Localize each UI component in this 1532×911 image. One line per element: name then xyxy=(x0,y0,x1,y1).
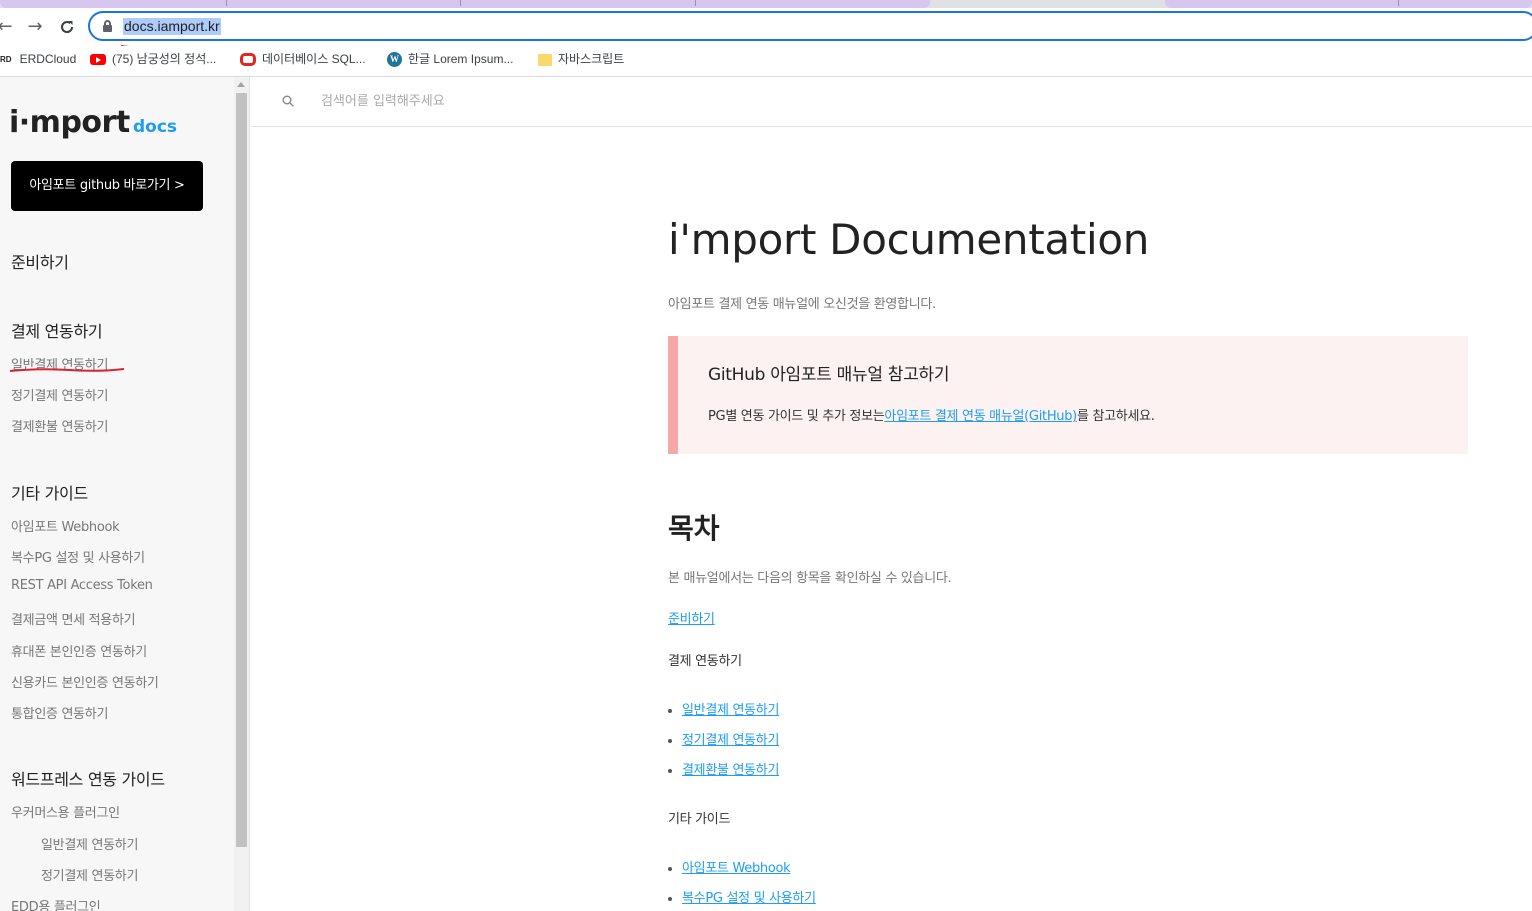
sidebar-section-wordpress[interactable]: 워드프레스 연동 가이드 xyxy=(11,766,165,790)
red-underline-annotation xyxy=(9,368,125,372)
search-input[interactable] xyxy=(321,90,821,112)
sidebar-item-refund[interactable]: 결제환불 연동하기 xyxy=(11,416,108,435)
toc-link-recurring-payment[interactable]: 정기결제 연동하기 xyxy=(682,733,779,748)
list-item: 복수PG 설정 및 사용하기 xyxy=(668,887,816,906)
tab-strip xyxy=(0,0,1532,8)
github-button[interactable]: 아임포트 github 바로가기 > xyxy=(11,161,203,211)
tab-separator xyxy=(226,0,227,6)
tab-separator xyxy=(695,0,696,6)
bullet-icon xyxy=(668,738,672,743)
youtube-icon xyxy=(90,54,106,66)
search-bar xyxy=(251,77,1532,127)
bookmark-label: ERDCloud xyxy=(19,52,77,66)
forward-icon[interactable]: → xyxy=(24,16,46,38)
sidebar-item-webhook[interactable]: 아임포트 Webhook xyxy=(11,516,120,535)
browser-toolbar: ← → docs.iamport.kr xyxy=(0,8,1532,51)
bookmark-label: (75) 남궁성의 정석... xyxy=(112,52,217,66)
page-title: i'mport Documentation xyxy=(668,215,1150,264)
list-item: 일반결제 연동하기 xyxy=(668,699,779,718)
sidebar-item-woocommerce[interactable]: 우커머스용 플러그인 xyxy=(11,802,120,821)
sidebar: i·mport docs 아임포트 github 바로가기 > 준비하기 결제 … xyxy=(0,77,250,911)
sidebar-item-multi-pg[interactable]: 복수PG 설정 및 사용하기 xyxy=(11,547,145,566)
sidebar-item-tax-free[interactable]: 결제금액 면세 적용하기 xyxy=(11,609,136,628)
callout-text-before: PG별 연동 가이드 및 추가 정보는 xyxy=(708,409,885,424)
github-callout: GitHub 아임포트 매뉴얼 참고하기 PG별 연동 가이드 및 추가 정보는… xyxy=(668,336,1468,454)
toc-link-general-payment[interactable]: 일반결제 연동하기 xyxy=(682,703,779,718)
bookmarks-bar: RD ERDCloud (75) 남궁성의 정석... 데이터베이스 SQL...… xyxy=(0,46,1532,72)
toc-link-prepare-anchor[interactable]: 준비하기 xyxy=(668,612,715,627)
sidebar-item-recurring-payment[interactable]: 정기결제 연동하기 xyxy=(11,385,108,404)
sidebar-section-other[interactable]: 기타 가이드 xyxy=(11,480,88,504)
wordpress-icon: W xyxy=(387,52,402,68)
folder-icon xyxy=(538,53,552,66)
scroll-up-icon[interactable] xyxy=(237,82,245,87)
sidebar-item-phone-auth[interactable]: 휴대폰 본인인증 연동하기 xyxy=(11,641,147,660)
sidebar-section-prepare[interactable]: 준비하기 xyxy=(11,249,69,273)
sidebar-item-card-auth[interactable]: 신용카드 본인인증 연동하기 xyxy=(11,672,159,691)
bookmark-label: 데이터베이스 SQL... xyxy=(262,52,366,66)
toc-section-payment: 결제 연동하기 xyxy=(668,654,742,669)
bullet-icon xyxy=(668,866,672,871)
toc-link-webhook[interactable]: 아임포트 Webhook xyxy=(682,861,791,876)
address-bar[interactable]: docs.iamport.kr xyxy=(88,11,1532,41)
toc-link-prepare: 준비하기 xyxy=(668,608,715,627)
tab-separator xyxy=(1398,0,1399,6)
sidebar-item-access-token[interactable]: REST API Access Token xyxy=(11,578,153,593)
tab-separator xyxy=(460,0,461,6)
sidebar-item-integrated-auth[interactable]: 통합인증 연동하기 xyxy=(11,703,108,722)
erd-icon: RD xyxy=(0,54,12,64)
list-item: 아임포트 Webhook xyxy=(668,857,791,876)
back-icon[interactable]: ← xyxy=(0,16,16,38)
url-text[interactable]: docs.iamport.kr xyxy=(123,18,221,35)
list-item: 결제환불 연동하기 xyxy=(668,759,779,778)
bullet-icon xyxy=(668,896,672,901)
bookmark-erdcloud[interactable]: RD ERDCloud xyxy=(0,50,76,68)
sidebar-scroll-thumb[interactable] xyxy=(236,93,247,847)
iamport-logo[interactable]: i·mport docs xyxy=(9,105,177,145)
sidebar-item-wc-general[interactable]: 일반결제 연동하기 xyxy=(41,834,138,853)
bookmark-javascript[interactable]: 자바스크립트 xyxy=(538,50,624,68)
sidebar-item-edd[interactable]: EDD용 플러그인 xyxy=(11,896,101,911)
toc-section-other: 기타 가이드 xyxy=(668,812,731,827)
toc-title: 목차 xyxy=(668,512,720,545)
bullet-icon xyxy=(668,768,672,773)
bookmark-label: 한글 Lorem Ipsum... xyxy=(408,52,514,66)
bookmark-youtube[interactable]: (75) 남궁성의 정석... xyxy=(90,50,216,68)
reload-icon[interactable] xyxy=(56,16,78,38)
sidebar-item-wc-recurring[interactable]: 정기결제 연동하기 xyxy=(41,865,138,884)
logo-docs: docs xyxy=(133,117,178,137)
callout-title: GitHub 아임포트 매뉴얼 참고하기 xyxy=(708,365,950,385)
toc-link-multi-pg[interactable]: 복수PG 설정 및 사용하기 xyxy=(682,891,816,906)
browser-tab[interactable] xyxy=(0,0,930,8)
lock-icon xyxy=(103,20,112,32)
bullet-icon xyxy=(668,708,672,713)
bookmark-lorem[interactable]: W 한글 Lorem Ipsum... xyxy=(387,50,513,68)
bookmark-sql[interactable]: 데이터베이스 SQL... xyxy=(240,50,366,68)
callout-text-after: 를 참고하세요. xyxy=(1076,409,1155,424)
browser-tab[interactable] xyxy=(1165,0,1532,8)
sidebar-section-payment[interactable]: 결제 연동하기 xyxy=(11,318,103,342)
oracle-icon xyxy=(240,53,256,67)
search-icon[interactable] xyxy=(282,95,294,107)
page-intro: 아임포트 결제 연동 매뉴얼에 오신것을 환영합니다. xyxy=(668,297,936,312)
toc-intro: 본 매뉴얼에서는 다음의 항목을 확인하실 수 있습니다. xyxy=(668,571,952,586)
bookmark-label: 자바스크립트 xyxy=(558,52,625,66)
github-manual-link[interactable]: 아임포트 결제 연동 매뉴얼(GitHub) xyxy=(884,409,1077,424)
logo-text: i·mport xyxy=(9,105,130,140)
callout-text: PG별 연동 가이드 및 추가 정보는아임포트 결제 연동 매뉴얼(GitHub… xyxy=(708,405,1155,424)
list-item: 정기결제 연동하기 xyxy=(668,729,779,748)
toc-link-refund[interactable]: 결제환불 연동하기 xyxy=(682,763,779,778)
